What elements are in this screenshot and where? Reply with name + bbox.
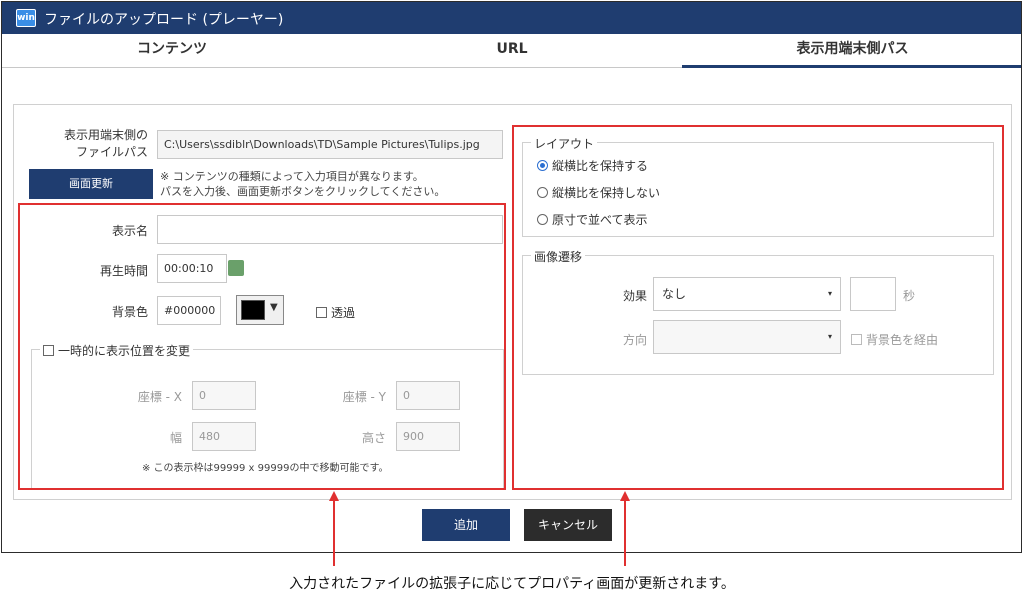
note-line2: パスを入力後、画面更新ボタンをクリックしてください。 (160, 185, 446, 198)
arrow-left-line (333, 500, 335, 566)
file-path-input[interactable]: C:\Users\ssdiblr\Downloads\TD\Sample Pic… (157, 130, 503, 159)
file-path-label-line2: ファイルパス (75, 145, 148, 159)
left-highlight-box (18, 203, 506, 490)
tab-terminal-path[interactable]: 表示用端末側パス (682, 34, 1021, 68)
tab-bar: コンテンツ URL 表示用端末側パス (2, 34, 1021, 68)
refresh-button[interactable]: 画面更新 (29, 169, 153, 199)
file-path-label-line1: 表示用端末側の (63, 128, 148, 142)
title-bar: win ファイルのアップロード (プレーヤー) (2, 2, 1021, 34)
cancel-button[interactable]: キャンセル (524, 509, 612, 541)
note-line1: ※ コンテンツの種類によって入力項目が異なります。 (160, 170, 424, 183)
tab-url[interactable]: URL (342, 34, 682, 68)
arrow-right-line (624, 500, 626, 566)
window-title: ファイルのアップロード (プレーヤー) (44, 12, 284, 28)
add-button[interactable]: 追加 (422, 509, 510, 541)
right-highlight-box (512, 125, 1004, 490)
app-icon: win (16, 9, 36, 27)
file-path-note: ※ コンテンツの種類によって入力項目が異なります。 パスを入力後、画面更新ボタン… (160, 169, 445, 199)
annotation-caption: 入力されたファイルの拡張子に応じてプロパティ画面が更新されます。 (289, 576, 735, 592)
tab-contents[interactable]: コンテンツ (2, 34, 342, 68)
file-path-label: 表示用端末側の ファイルパス (34, 127, 148, 161)
